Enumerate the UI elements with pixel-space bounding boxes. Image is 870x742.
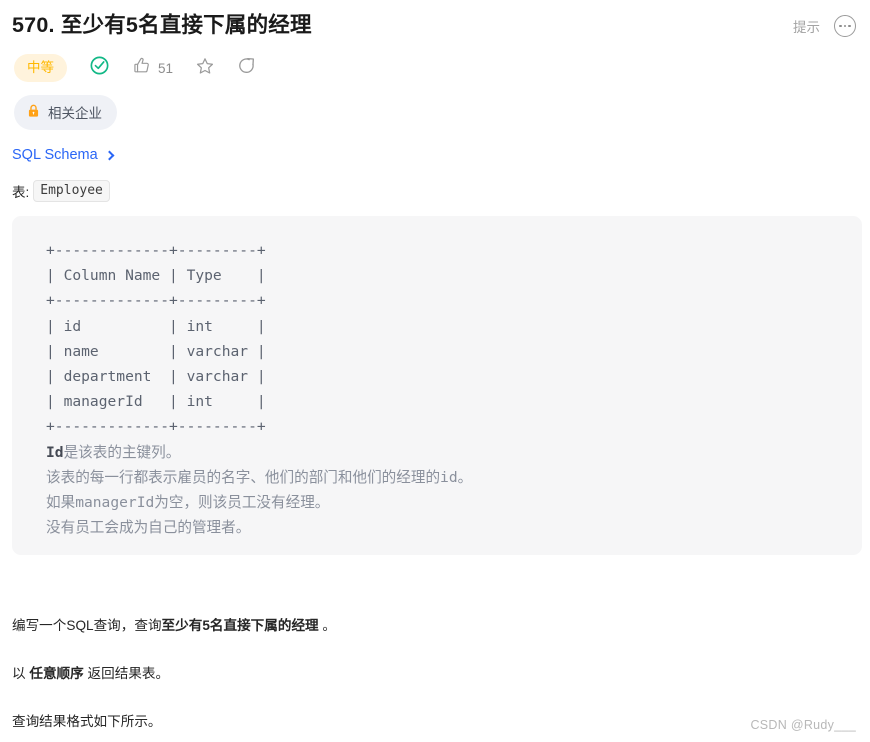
description-paragraph-1: 编写一个SQL查询，查询至少有5名直接下属的经理 。: [12, 615, 870, 637]
sql-schema-link[interactable]: SQL Schema: [12, 147, 115, 163]
note-3-text: 没有员工会成为自己的管理者。: [46, 519, 251, 537]
difficulty-badge[interactable]: 中等: [14, 54, 67, 82]
description-paragraph-3: 查询结果格式如下所示。: [12, 714, 162, 729]
p1-before: 编写一个SQL查询，查询: [12, 618, 162, 633]
favorite-button[interactable]: [195, 56, 215, 81]
star-icon: [195, 56, 215, 81]
p1-after: 。: [318, 618, 337, 633]
note-2-text: 如果managerId为空，则该员工没有经理。: [46, 494, 330, 512]
chevron-right-icon: [104, 150, 115, 160]
p1-bold: 至少有5名直接下属的经理: [161, 618, 319, 633]
header-actions: 提示: [793, 8, 856, 37]
header: 570. 至少有5名直接下属的经理 提示: [0, 0, 870, 40]
problem-page: 570. 至少有5名直接下属的经理 提示 中等 51 相关企业 SQL Sche…: [0, 0, 870, 742]
tags-row: 相关企业: [0, 84, 870, 130]
meta-actions-row: 中等 51: [0, 40, 870, 84]
watermark: CSDN @Rudy___: [750, 718, 856, 732]
thumbs-up-icon: [132, 56, 151, 80]
ellipsis-circle-icon[interactable]: [834, 15, 856, 37]
note-0-bold: Id: [46, 443, 64, 461]
sql-schema-label: SQL Schema: [12, 147, 98, 163]
p2-before: 以: [12, 666, 30, 681]
like-count: 51: [158, 60, 174, 76]
note-0-text: 是该表的主键列。: [63, 443, 181, 461]
page-title: 570. 至少有5名直接下属的经理: [12, 13, 312, 37]
company-tag[interactable]: 相关企业: [14, 95, 117, 130]
p2-bold: 任意顺序: [29, 666, 84, 681]
schema-code-block: +-------------+---------+ | Column Name …: [12, 216, 862, 555]
note-1-text: 该表的每一行都表示雇员的名字、他们的部门和他们的经理的id。: [46, 468, 473, 486]
schema-ascii-table: +-------------+---------+ | Column Name …: [46, 238, 862, 540]
lock-icon: [27, 104, 40, 121]
schema-ascii-text: +-------------+---------+ | Column Name …: [46, 242, 266, 436]
share-button[interactable]: [237, 56, 257, 81]
p2-after: 返回结果表。: [83, 666, 170, 681]
table-label-prefix: 表:: [12, 185, 30, 200]
description-paragraph-2: 以 任意顺序 返回结果表。: [12, 663, 870, 685]
company-tag-label: 相关企业: [48, 106, 102, 121]
check-circle-icon: [89, 55, 110, 81]
solved-status[interactable]: [89, 55, 110, 81]
table-label-row: 表: Employee: [0, 163, 870, 202]
hint-button[interactable]: 提示: [793, 16, 820, 36]
sql-schema-row: SQL Schema: [0, 130, 870, 163]
like-button[interactable]: 51: [132, 56, 173, 80]
table-name-code: Employee: [33, 180, 110, 202]
problem-description: 编写一个SQL查询，查询至少有5名直接下属的经理 。 以 任意顺序 返回结果表。…: [0, 555, 870, 733]
share-icon: [237, 56, 257, 81]
